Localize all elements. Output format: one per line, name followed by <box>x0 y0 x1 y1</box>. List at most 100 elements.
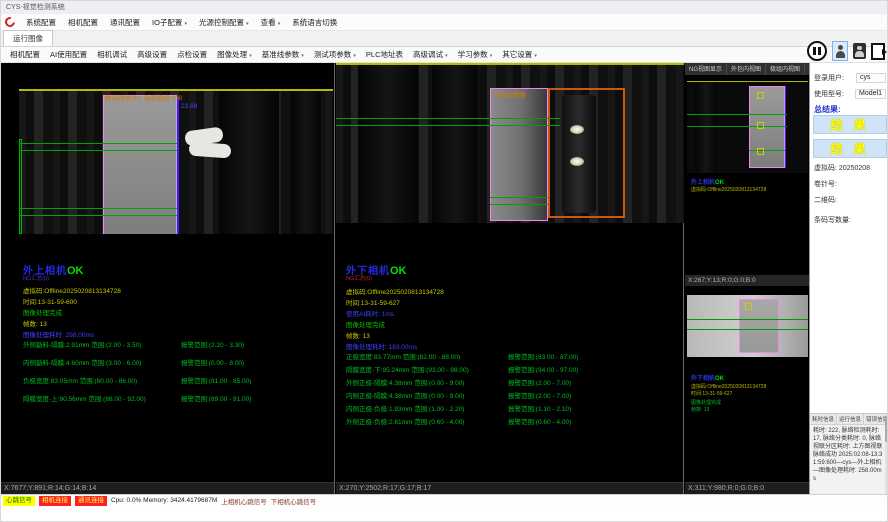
yellow-marker <box>745 303 752 310</box>
green-line <box>687 114 787 115</box>
exit-door-icon[interactable] <box>871 43 885 60</box>
tool-label: PLC地址表 <box>366 50 403 59</box>
menu-camera-config[interactable]: 相机配置 <box>62 17 104 28</box>
write-count-label: 条码写数量: <box>814 215 851 225</box>
tool-label: 测试项参数 <box>314 50 352 59</box>
status-badge: OK <box>67 265 84 277</box>
tab-run-image[interactable]: 运行图像 <box>3 30 53 46</box>
measure-row: 内侧正极-负极:1.93mm 范围:(1.00 - 2.20) 报警范围:(1.… <box>346 403 681 413</box>
green-edge-marker <box>19 139 22 234</box>
tool-camera-debug[interactable]: 相机调试 <box>92 49 132 60</box>
tool-camera-config[interactable]: 相机配置 <box>5 49 45 60</box>
menu-light-config[interactable]: 光源控制配置 ▾ <box>193 17 255 28</box>
dark-column <box>695 82 717 173</box>
gripper-blob <box>189 142 232 159</box>
log-tab-time[interactable]: 耗时信息 <box>810 414 837 424</box>
toolbar: 相机配置 AI使用配置 相机调试 高级设置 点检设置 图像处理 ▾ 基准线参数 … <box>1 47 887 63</box>
tab-outer-view[interactable]: 外包内视图 <box>727 63 766 75</box>
user-login-icon[interactable] <box>832 41 848 61</box>
thumb-bottom-image[interactable] <box>687 295 808 357</box>
menu-label: 相机配置 <box>68 18 98 27</box>
tool-baseline-params[interactable]: 基准线参数 ▾ <box>257 49 309 60</box>
needle-label: 卷针号: <box>814 179 837 189</box>
led-glow <box>570 125 584 134</box>
menu-io-config[interactable]: IO子配置 ▾ <box>146 17 193 28</box>
ai-annotation: AI处理图像 <box>494 89 526 99</box>
tool-plc-address[interactable]: PLC地址表 <box>361 49 408 60</box>
thumb-top-title: 外上相机OK <box>691 177 724 186</box>
battery-cell-region <box>103 95 177 234</box>
threshold-annotation: 静态阈值:93, 动态阈值:100 <box>105 92 182 102</box>
menu-label: 系统语言切换 <box>292 18 337 27</box>
thumb-tabs: NG视图显示 外包内视图 极组内视图 <box>685 63 809 75</box>
measure-text: 隔膜宽度-下:95.24mm 范围:(93.00 - 98.00) <box>346 367 469 374</box>
measure-text: 外侧正极-负极:2.61mm 范围:(0.60 - 4.00) <box>346 419 464 426</box>
tab-polegroup-view[interactable]: 极组内视图 <box>766 63 805 75</box>
chevron-down-icon: ▾ <box>534 53 537 59</box>
roller-object <box>562 95 596 213</box>
camera-mid-image[interactable]: AI处理图像 <box>336 63 684 223</box>
camera-link-badge: 相机连接 <box>39 496 71 506</box>
thumb-bottom-info: 图像处理完成 <box>691 399 721 406</box>
yellow-marker <box>757 148 764 155</box>
tool-test-params[interactable]: 测试项参数 ▾ <box>309 49 361 60</box>
menu-language-switch[interactable]: 系统语言切换 <box>286 17 343 28</box>
done-line: 图像处理完成 <box>23 307 62 317</box>
login-user-value[interactable]: cys <box>856 73 886 83</box>
menu-comm-config[interactable]: 通讯配置 <box>104 17 146 28</box>
tool-advanced-debug[interactable]: 高级调试 ▾ <box>408 49 453 60</box>
dark-column <box>291 91 321 234</box>
model-value[interactable]: Model1 <box>855 89 886 99</box>
camera-left-panel: 23.68 静态阈值:93, 动态阈值:100 外上相机OK NG汇总(0) 虚… <box>1 63 335 494</box>
tab-ng-view[interactable]: NG视图显示 <box>685 63 727 75</box>
tool-label: 相机配置 <box>10 50 40 59</box>
camera-mid-panel: AI处理图像 外下相机OK NG汇总(0) 虚拟码:Offline2025020… <box>336 63 684 494</box>
measure-text: 内侧豁料-隔膜:4.60mm 范围:(3.00 - 6.00) <box>23 360 141 367</box>
thumb-top-image[interactable] <box>687 81 808 173</box>
alarm-range: 报警范围:(81.00 - 85.00) <box>181 375 251 385</box>
thumbnail-column: NG视图显示 外包内视图 极组内视图 外上相机OK 虚拟码:Offline202… <box>685 63 810 494</box>
chevron-down-icon: ▾ <box>301 53 304 59</box>
dark-column <box>358 65 418 223</box>
green-line <box>687 126 787 127</box>
alarm-range: 报警范围:(2.00 - 7.00) <box>508 390 571 400</box>
measure-text: 隔膜宽度-上:90.56mm 范围:(88.00 - 92.00) <box>23 396 146 403</box>
menu-system-config[interactable]: 系统配置 <box>20 17 62 28</box>
titlebar: CYS-视觉检测系统 <box>1 1 887 14</box>
measure-row: 隔膜宽度-上:90.56mm 范围:(88.00 - 92.00) 报警范围:(… <box>23 393 333 403</box>
green-line <box>687 329 808 330</box>
measure-row: 隔膜宽度-下:95.24mm 范围:(93.00 - 98.00) 报警范围:(… <box>346 364 681 374</box>
heartbeat-badge: 心跳信号 <box>3 496 35 506</box>
time-line: 时间:13-31-59-627 <box>346 297 400 307</box>
lower-camera-heartbeat: 下相机心跳信号 <box>271 496 317 506</box>
menu-label: IO子配置 <box>152 18 182 27</box>
result-box-top: 结 果 <box>813 115 887 134</box>
upper-camera-heartbeat: 上相机心跳信号 <box>221 496 267 506</box>
frames-line: 帧数: 13 <box>23 318 47 328</box>
menu-view[interactable]: 查看 ▾ <box>255 17 287 28</box>
tool-image-processing[interactable]: 图像处理 ▾ <box>212 49 257 60</box>
thumb-bottom-title: 外下相机OK <box>691 373 724 382</box>
log-panel: 耗时信息 运行信息 错误信息 耗时: 222, 脉络检测耗时: 17, 脉络分类… <box>810 413 888 494</box>
user-logout-icon[interactable] <box>853 43 866 59</box>
pause-icon[interactable] <box>807 41 827 61</box>
menu-label: 系统配置 <box>26 18 56 27</box>
tool-spot-check[interactable]: 点检设置 <box>172 49 212 60</box>
log-tab-run[interactable]: 运行信息 <box>837 414 864 424</box>
comm-link-badge: 通讯连接 <box>75 496 107 506</box>
menubar: 系统配置 相机配置 通讯配置 IO子配置 ▾ 光源控制配置 ▾ 查看 ▾ 系统语… <box>1 14 887 31</box>
camera-name: 外下相机 <box>691 376 715 382</box>
window-title: CYS-视觉检测系统 <box>6 4 65 11</box>
main-area: 23.68 静态阈值:93, 动态阈值:100 外上相机OK NG汇总(0) 虚… <box>1 63 888 494</box>
tool-learning-params[interactable]: 学习参数 ▾ <box>453 49 498 60</box>
barcode-line: 虚拟码:Offline2025020813134728 <box>23 285 121 295</box>
tool-label: 学习参数 <box>458 50 488 59</box>
vcode-row: 虚拟码: 20250208 <box>814 163 870 173</box>
tool-label: 基准线参数 <box>262 50 300 59</box>
camera-left-image[interactable]: 23.68 静态阈值:93, 动态阈值:100 <box>19 89 333 234</box>
green-line <box>19 143 179 144</box>
tool-ai-config[interactable]: AI使用配置 <box>45 49 92 60</box>
tool-other-settings[interactable]: 其它设置 ▾ <box>497 49 542 60</box>
tool-advanced-settings[interactable]: 高级设置 <box>132 49 172 60</box>
alarm-range: 报警范围:(2.00 - 7.00) <box>508 377 571 387</box>
